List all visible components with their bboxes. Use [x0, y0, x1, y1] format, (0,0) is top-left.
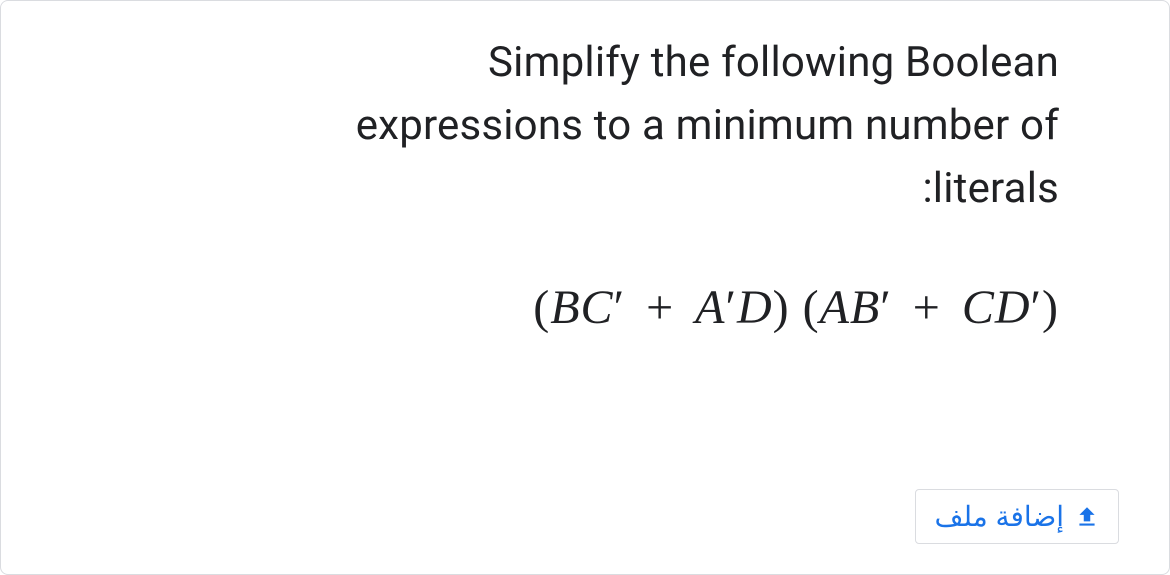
expr-prime-3: ′: [880, 281, 892, 334]
expr-prime-1: ′: [614, 281, 626, 334]
question-line-1: Simplify the following Boolean: [488, 38, 1059, 87]
expr-d: D: [737, 281, 773, 334]
upload-icon: [1074, 504, 1100, 530]
expr-a: A: [695, 281, 725, 334]
expr-plus-1: +: [633, 281, 687, 334]
question-line-2: expressions to a minimum number of: [356, 101, 1059, 150]
expr-paren-close-1: ): [773, 281, 803, 334]
question-line-3: :literals: [922, 164, 1059, 213]
expr-paren-open-1: (: [533, 281, 550, 334]
expr-plus-2: +: [900, 281, 954, 334]
expr-paren-close-2: ): [1042, 281, 1059, 334]
expr-cd: CD: [962, 281, 1031, 334]
expr-paren-open-2: (: [803, 281, 820, 334]
question-card: Simplify the following Boolean expressio…: [0, 0, 1170, 575]
expr-bc: BC: [550, 281, 613, 334]
expr-prime-2: ′: [725, 281, 737, 334]
add-file-button[interactable]: إضافة ملف: [915, 489, 1119, 544]
expr-ab: AB: [820, 281, 881, 334]
question-text: Simplify the following Boolean expressio…: [31, 31, 1119, 220]
expr-prime-4: ′: [1031, 281, 1043, 334]
boolean-expression: (BC′ + A′D) (AB′ + CD′): [31, 280, 1119, 335]
add-file-label: إضافة ملف: [934, 500, 1064, 533]
